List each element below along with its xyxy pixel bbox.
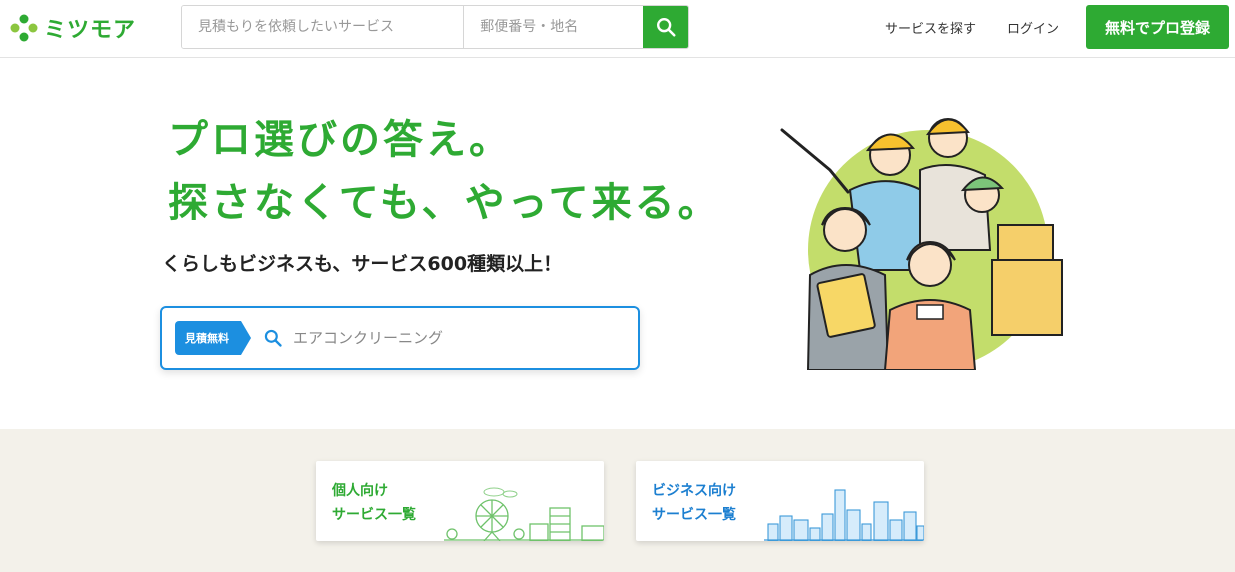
logo[interactable]: ミツモア <box>10 13 136 43</box>
area-search-input[interactable] <box>464 6 644 48</box>
hero-section: プロ選びの答え。 探さなくても、やって来る。 くらしもビジネスも、サービス600… <box>0 58 1235 429</box>
free-quote-badge: 見積無料 <box>175 321 251 355</box>
hero-search-box[interactable]: 見積無料 <box>160 306 640 370</box>
search-icon <box>656 18 676 37</box>
header-search-button[interactable] <box>643 6 688 48</box>
search-icon <box>264 329 282 347</box>
business-services-card[interactable]: ビジネス向け サービス一覧 <box>636 461 924 541</box>
site-header: ミツモア サービスを探す ログイン 無料でプロ登録 <box>0 0 1235 58</box>
professionals-illustration <box>780 118 1063 370</box>
hero-headline-2: 探さなくても、やって来る。 <box>168 180 721 226</box>
service-search-input[interactable] <box>182 6 465 48</box>
pro-register-button[interactable]: 無料でプロ登録 <box>1086 5 1229 49</box>
header-search <box>181 5 689 49</box>
town-illustration <box>444 487 604 541</box>
personal-card-title-2: サービス一覧 <box>332 507 416 523</box>
hero-search-input[interactable] <box>293 329 613 347</box>
service-list-section: 個人向け サービス一覧 ビジネス向け サービス一覧 <box>0 429 1235 572</box>
city-skyline-illustration <box>764 489 924 541</box>
nav-login[interactable]: ログイン <box>1007 18 1059 37</box>
hero-subhead: くらしもビジネスも、サービス600種類以上！ <box>162 253 563 275</box>
logo-text: ミツモア <box>44 18 137 43</box>
nav-find-services[interactable]: サービスを探す <box>885 18 976 37</box>
personal-card-title-1: 個人向け <box>332 483 388 499</box>
clover-logo-icon <box>10 14 38 42</box>
business-card-title-2: サービス一覧 <box>652 507 736 523</box>
business-card-title-1: ビジネス向け <box>652 483 736 499</box>
hero-headline-1: プロ選びの答え。 <box>168 117 512 163</box>
personal-services-card[interactable]: 個人向け サービス一覧 <box>316 461 604 541</box>
